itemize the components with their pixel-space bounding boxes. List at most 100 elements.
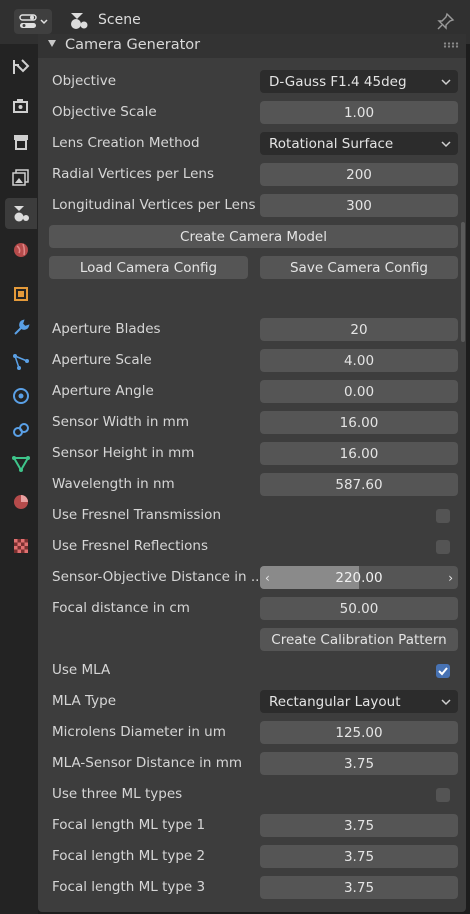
- properties-tabs: [0, 44, 38, 914]
- properties-editor-icon: [19, 14, 48, 28]
- tab-data[interactable]: [5, 448, 37, 479]
- pin-icon[interactable]: [436, 12, 456, 32]
- wrench-icon: [14, 318, 30, 335]
- fresnel-transmission-checkbox[interactable]: [436, 509, 450, 523]
- chevron-down-icon: [441, 79, 451, 86]
- focal-ml2-field[interactable]: 3.75: [260, 845, 458, 868]
- sensor-height-field[interactable]: 16.00: [260, 442, 458, 465]
- objective-value: D-Gauss F1.4 45deg: [269, 73, 407, 90]
- use-mla-label: Use MLA: [52, 662, 111, 678]
- longitudinal-vertices-field[interactable]: 300: [260, 194, 458, 217]
- objective-scale-field[interactable]: 1.00: [260, 101, 458, 124]
- panel-header[interactable]: Camera Generator: [38, 34, 466, 58]
- tab-constraints[interactable]: [5, 414, 37, 445]
- aperture-blades-label: Aperture Blades: [52, 321, 161, 337]
- focal-distance-row: Focal distance in cm 50.00: [38, 594, 466, 625]
- mla-type-row: MLA Type Rectangular Layout: [38, 687, 466, 718]
- fresnel-transmission-label: Use Fresnel Transmission: [52, 507, 222, 523]
- lens-method-row: Lens Creation Method Rotational Surface: [38, 129, 466, 160]
- focal-ml2-row: Focal length ML type 2 3.75: [38, 842, 466, 873]
- focal-ml1-row: Focal length ML type 1 3.75: [38, 811, 466, 842]
- wavelength-row: Wavelength in nm 587.60: [38, 470, 466, 501]
- aperture-angle-field[interactable]: 0.00: [260, 380, 458, 403]
- editor-type-button[interactable]: [14, 9, 52, 34]
- load-camera-config-button[interactable]: Load Camera Config: [49, 256, 248, 279]
- save-camera-config-button[interactable]: Save Camera Config: [260, 256, 458, 279]
- tab-output[interactable]: [5, 126, 37, 157]
- lens-method-dropdown[interactable]: Rotational Surface: [260, 132, 458, 155]
- chevron-left-icon[interactable]: ‹: [265, 571, 270, 585]
- microlens-diameter-label: Microlens Diameter in um: [52, 724, 226, 740]
- mla-type-dropdown[interactable]: Rectangular Layout: [260, 690, 458, 713]
- chevron-down-icon: [441, 699, 451, 706]
- calibration-row: Create Calibration Pattern: [38, 625, 466, 656]
- objective-label: Objective: [52, 73, 117, 89]
- tab-view-layer[interactable]: [5, 162, 37, 193]
- create-calibration-pattern-button[interactable]: Create Calibration Pattern: [260, 628, 458, 651]
- panel-title: Camera Generator: [65, 37, 201, 53]
- focal-ml1-label: Focal length ML type 1: [52, 817, 206, 833]
- chevron-right-icon[interactable]: ›: [448, 571, 453, 585]
- longitudinal-vertices-label: Longitudinal Vertices per Lens: [52, 197, 256, 213]
- focal-ml3-row: Focal length ML type 3 3.75: [38, 873, 466, 904]
- sensor-objective-distance-row: Sensor-Objective Distance in ... 220.00 …: [38, 563, 466, 594]
- mesh-data-icon: [12, 455, 30, 472]
- scene-icon: [14, 205, 29, 221]
- sensor-objective-distance-slider[interactable]: 220.00 ‹ ›: [260, 566, 458, 589]
- objective-dropdown[interactable]: D-Gauss F1.4 45deg: [260, 70, 458, 93]
- sensor-width-field[interactable]: 16.00: [260, 411, 458, 434]
- collapse-arrow-icon[interactable]: [48, 40, 56, 47]
- chevron-down-icon: [441, 141, 451, 148]
- mla-sensor-distance-field[interactable]: 3.75: [260, 752, 458, 775]
- output-icon: [14, 134, 28, 150]
- focal-distance-field[interactable]: 50.00: [260, 597, 458, 620]
- mla-sensor-distance-row: MLA-Sensor Distance in mm 3.75: [38, 749, 466, 780]
- tab-object[interactable]: [5, 278, 37, 309]
- wavelength-field[interactable]: 587.60: [260, 473, 458, 496]
- three-ml-types-checkbox[interactable]: [436, 788, 450, 802]
- focal-distance-label: Focal distance in cm: [52, 600, 190, 616]
- scene-name: Scene: [98, 12, 141, 28]
- tab-texture[interactable]: [5, 530, 37, 561]
- fresnel-reflections-row: Use Fresnel Reflections: [38, 532, 466, 563]
- render-icon: [13, 98, 28, 113]
- sensor-height-label: Sensor Height in mm: [52, 445, 195, 461]
- lens-method-label: Lens Creation Method: [52, 135, 200, 151]
- tab-world[interactable]: [5, 234, 37, 265]
- tab-particles[interactable]: [5, 346, 37, 377]
- aperture-scale-row: Aperture Scale 4.00: [38, 346, 466, 377]
- tab-tool[interactable]: [5, 51, 37, 82]
- fresnel-transmission-row: Use Fresnel Transmission: [38, 501, 466, 532]
- three-ml-types-label: Use three ML types: [52, 786, 183, 802]
- world-icon: [14, 242, 28, 257]
- aperture-blades-field[interactable]: 20: [260, 318, 458, 341]
- tab-material[interactable]: [5, 486, 37, 517]
- config-row: Load Camera Config Save Camera Config: [38, 253, 466, 284]
- aperture-blades-row: Aperture Blades 20: [38, 315, 466, 346]
- microlens-diameter-row: Microlens Diameter in um 125.00: [38, 718, 466, 749]
- fresnel-reflections-checkbox[interactable]: [436, 540, 450, 554]
- create-camera-model-button[interactable]: Create Camera Model: [49, 225, 458, 248]
- tab-scene[interactable]: [5, 198, 37, 229]
- aperture-scale-field[interactable]: 4.00: [260, 349, 458, 372]
- focal-ml3-field[interactable]: 3.75: [260, 876, 458, 899]
- tab-modifiers[interactable]: [5, 312, 37, 343]
- tab-render[interactable]: [5, 90, 37, 121]
- aperture-scale-label: Aperture Scale: [52, 352, 152, 368]
- fresnel-reflections-label: Use Fresnel Reflections: [52, 538, 208, 554]
- radial-vertices-field[interactable]: 200: [260, 163, 458, 186]
- create-model-row: Create Camera Model: [38, 222, 466, 253]
- objective-scale-label: Objective Scale: [52, 104, 157, 120]
- use-mla-checkbox[interactable]: [436, 664, 450, 678]
- sensor-objective-distance-value: 220.00: [335, 569, 383, 586]
- focal-ml2-label: Focal length ML type 2: [52, 848, 206, 864]
- particles-icon: [13, 353, 29, 370]
- drag-handle-icon[interactable]: [443, 42, 459, 48]
- material-icon: [14, 494, 28, 509]
- view-layer-icon: [12, 168, 29, 186]
- sensor-width-label: Sensor Width in mm: [52, 414, 189, 430]
- microlens-diameter-field[interactable]: 125.00: [260, 721, 458, 744]
- radial-vertices-label: Radial Vertices per Lens: [52, 166, 215, 182]
- tab-physics[interactable]: [5, 380, 37, 411]
- focal-ml1-field[interactable]: 3.75: [260, 814, 458, 837]
